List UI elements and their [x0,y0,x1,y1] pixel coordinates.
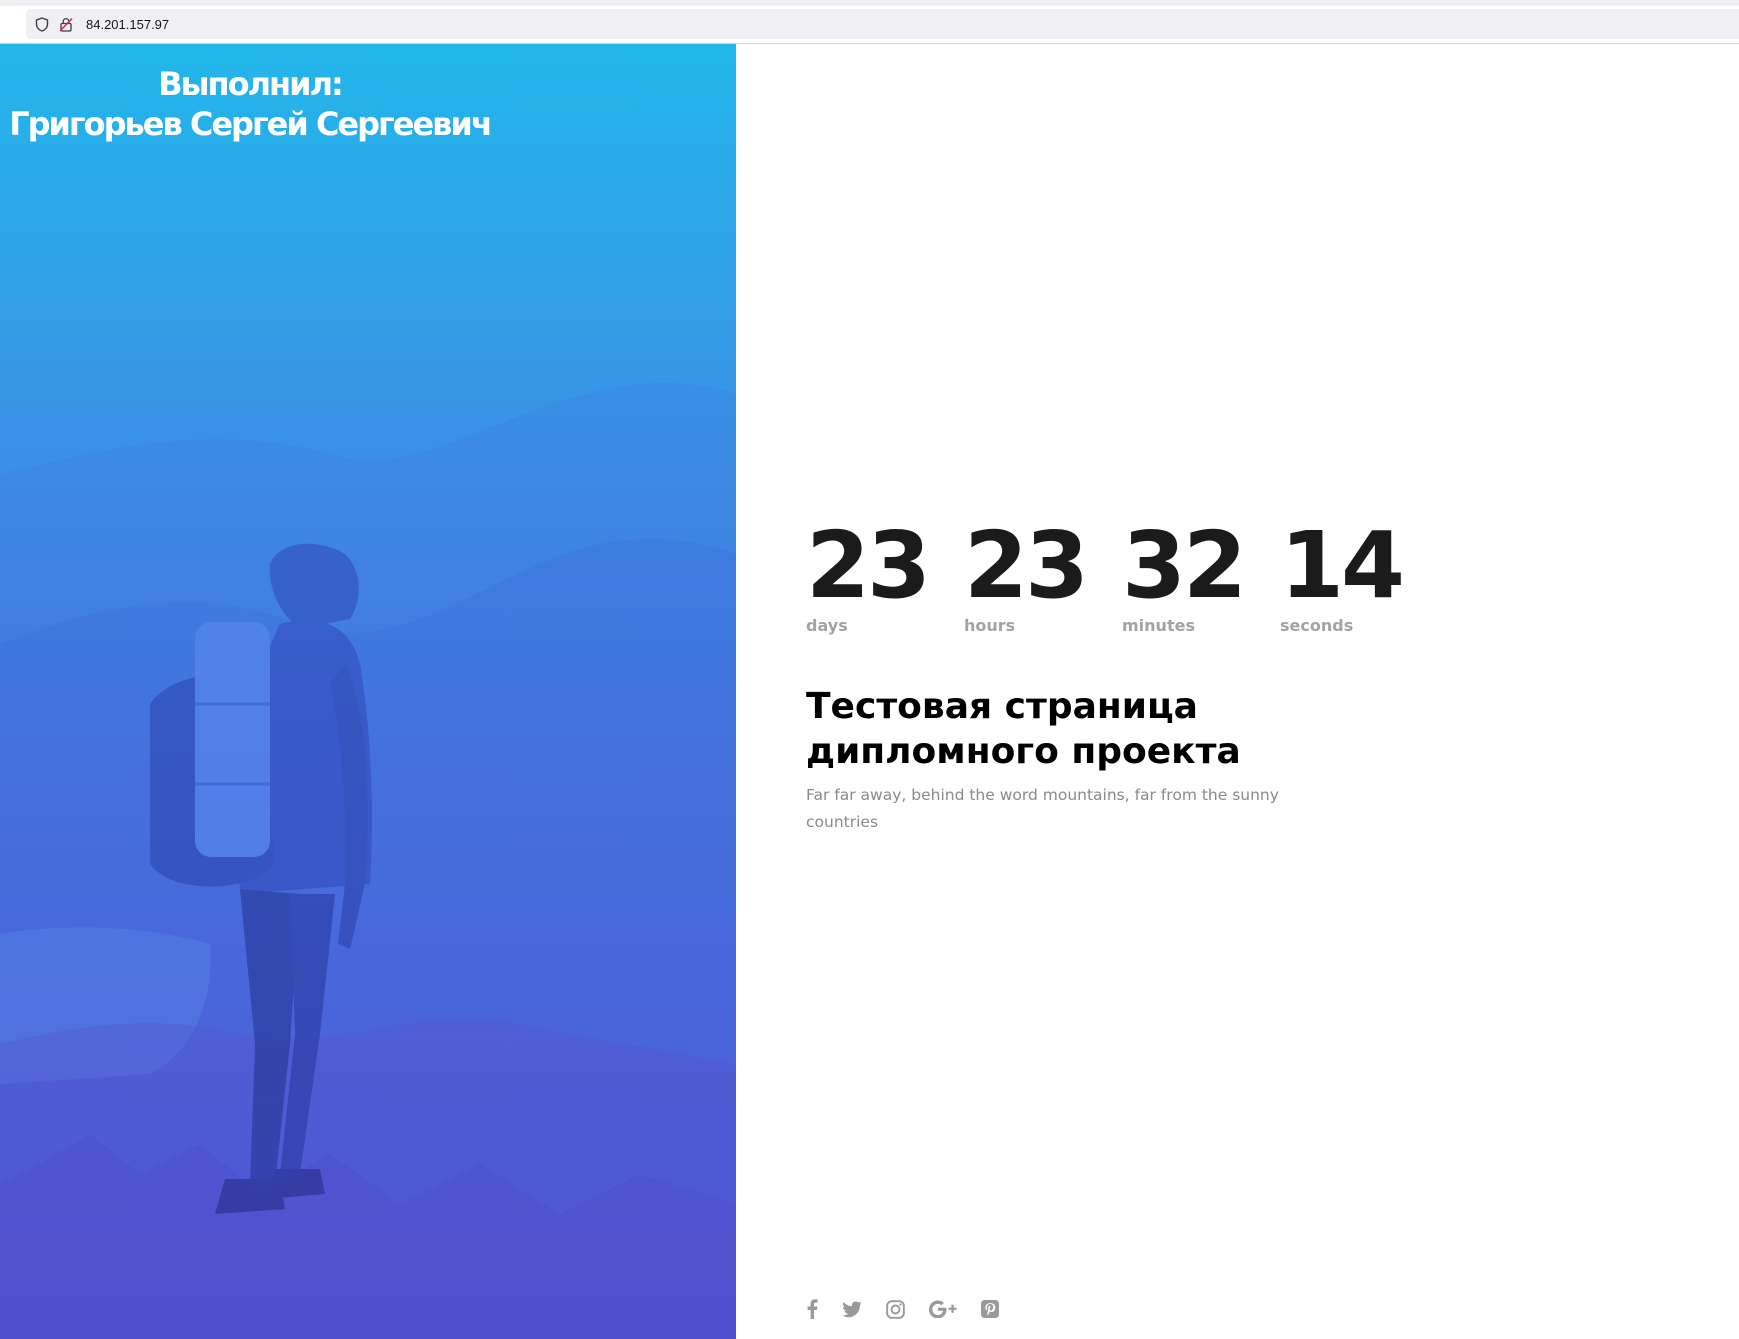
twitter-icon[interactable] [842,1298,862,1320]
tab-strip [0,0,1739,6]
shield-icon[interactable] [34,16,50,32]
social-links [806,1298,1023,1320]
facebook-icon[interactable] [806,1298,818,1320]
hero-panel: Выполнил: Григорьев Сергей Сергеевич [0,44,736,1339]
instagram-icon[interactable] [886,1298,905,1320]
url-text[interactable]: 84.201.157.97 [86,17,169,32]
countdown-days: 23 days [806,512,964,636]
author-name: Григорьев Сергей Сергеевич [9,105,493,143]
days-value: 23 [806,512,931,619]
page-title: Тестовая страница дипломного проекта [806,686,1241,772]
hiker-background-image [0,383,736,1339]
countdown-minutes: 32 minutes [1122,512,1280,636]
page-subtitle: Far far away, behind the word mountains,… [806,786,1279,831]
google-plus-icon[interactable] [929,1298,957,1320]
minutes-value: 32 [1122,512,1247,619]
insecure-lock-icon[interactable] [58,16,74,32]
author-credit: Выполнил: Григорьев Сергей Сергеевич [0,64,500,144]
main-content: 23 days 23 hours 32 minutes 14 seconds Т… [736,44,1739,1339]
browser-toolbar: 84.201.157.97 [0,0,1739,44]
countdown-seconds: 14 seconds [1280,512,1438,636]
seconds-value: 14 [1280,512,1405,619]
pinterest-icon[interactable] [981,1298,999,1320]
credit-label: Выполнил: [158,65,344,103]
countdown-timer: 23 days 23 hours 32 minutes 14 seconds [806,512,1438,636]
address-bar[interactable]: 84.201.157.97 [26,9,1739,39]
hours-value: 23 [964,512,1089,619]
countdown-hours: 23 hours [964,512,1122,636]
